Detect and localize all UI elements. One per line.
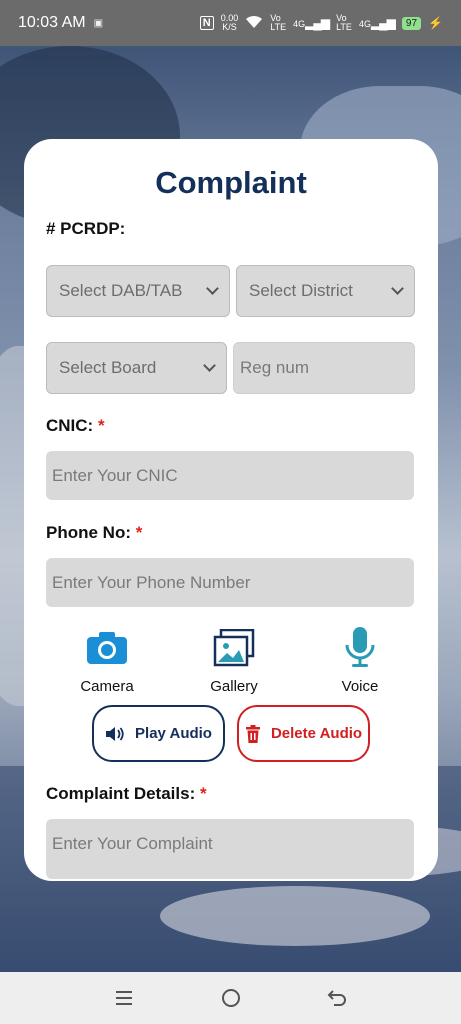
- delete-audio-button[interactable]: Delete Audio: [237, 705, 370, 762]
- board-select-value: Select Board: [59, 358, 157, 377]
- status-bar: 10:03 AM ▣ N 0.00 K/S Vo LTE 4G▂▄▆ Vo LT…: [0, 0, 461, 46]
- complaint-details-input[interactable]: Enter Your Complaint: [46, 819, 414, 879]
- chevron-down-icon: [391, 282, 404, 295]
- district-select[interactable]: Select District: [236, 265, 415, 317]
- network-type-1: 4G: [293, 19, 306, 29]
- phone-input[interactable]: Enter Your Phone Number: [46, 558, 414, 607]
- volte-2: Vo LTE: [336, 13, 352, 32]
- board-select[interactable]: Select Board: [46, 342, 227, 394]
- required-mark: *: [199, 784, 207, 803]
- network-2: 4G▂▄▆: [358, 16, 396, 30]
- complaint-details-label-text: Complaint Details:: [46, 784, 196, 803]
- status-time: 10:03 AM: [18, 14, 86, 31]
- network-speed: 0.00 K/S: [221, 14, 239, 32]
- delete-audio-label: Delete Audio: [270, 725, 363, 742]
- dab-tab-select[interactable]: Select DAB/TAB: [46, 265, 230, 317]
- network-1: 4G▂▄▆: [293, 16, 330, 30]
- cnic-label: CNIC: *: [46, 416, 105, 436]
- signal-icon: ▂▄▆: [305, 16, 330, 30]
- menu-icon: [115, 991, 132, 1005]
- voice-label: Voice: [341, 678, 379, 695]
- recent-apps-button[interactable]: [104, 978, 144, 1018]
- back-button[interactable]: [318, 978, 358, 1018]
- status-icons: N 0.00 K/S Vo LTE 4G▂▄▆ Vo LTE 4G▂▄▆ 97 …: [199, 13, 443, 32]
- phone-placeholder: Enter Your Phone Number: [52, 572, 251, 592]
- home-button[interactable]: [211, 978, 251, 1018]
- chevron-down-icon: [206, 282, 219, 295]
- phone-label-text: Phone No:: [46, 523, 131, 542]
- gallery-button[interactable]: Gallery: [189, 626, 279, 695]
- page-title: Complaint: [155, 165, 307, 200]
- speaker-icon: [105, 726, 125, 742]
- district-select-value: Select District: [249, 281, 353, 300]
- complaint-details-placeholder: Enter Your Complaint: [52, 834, 213, 853]
- reg-num-placeholder: Reg num: [240, 358, 309, 377]
- nfc-icon: N: [199, 16, 214, 30]
- cnic-input[interactable]: Enter Your CNIC: [46, 451, 414, 500]
- cnic-placeholder: Enter Your CNIC: [52, 465, 178, 485]
- dab-tab-select-value: Select DAB/TAB: [59, 281, 183, 300]
- volte-1: Vo LTE: [270, 13, 287, 32]
- charging-icon: ⚡: [428, 16, 443, 30]
- required-mark: *: [97, 416, 105, 435]
- cnic-label-text: CNIC:: [46, 416, 94, 435]
- camera-button[interactable]: Camera: [62, 626, 152, 695]
- play-audio-button[interactable]: Play Audio: [92, 705, 225, 762]
- complaint-form-card: Complaint # PCRDP: Select DAB/TAB Select…: [24, 139, 438, 881]
- camera-icon: [62, 626, 152, 670]
- signal-icon: ▂▄▆: [370, 16, 396, 30]
- back-icon: [327, 990, 346, 1006]
- voice-button[interactable]: Voice: [315, 626, 405, 695]
- required-mark: *: [135, 523, 143, 542]
- speed-unit: K/S: [222, 22, 237, 32]
- gallery-icon: [189, 626, 279, 670]
- camera-label: Camera: [80, 678, 134, 695]
- complaint-details-label: Complaint Details: *: [46, 784, 207, 804]
- system-nav-bar: [0, 972, 461, 1024]
- wifi-icon: [245, 15, 263, 31]
- trash-icon: [245, 724, 261, 743]
- chevron-down-icon: [203, 359, 216, 372]
- battery-level: 97: [401, 16, 422, 30]
- pcrdp-label: # PCRDP:: [46, 219, 126, 238]
- home-circle-icon: [221, 989, 240, 1007]
- reg-num-input[interactable]: Reg num: [233, 342, 415, 394]
- microphone-icon: [315, 626, 405, 670]
- play-audio-label: Play Audio: [135, 725, 212, 742]
- notification-icon: ▣: [93, 17, 104, 29]
- phone-label: Phone No: *: [46, 523, 142, 543]
- gallery-label: Gallery: [210, 678, 258, 695]
- network-type-2: 4G: [358, 19, 371, 29]
